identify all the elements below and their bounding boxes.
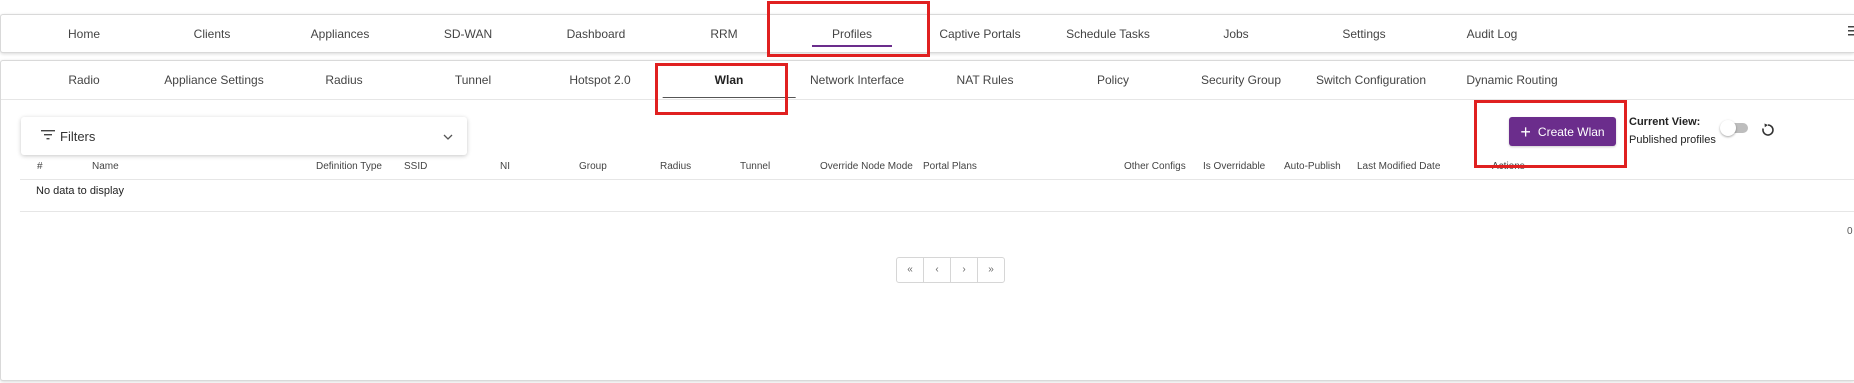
tab-clients[interactable]: Clients [194,15,231,53]
subtab-radius[interactable]: Radius [325,61,362,99]
column-header-ssid[interactable]: SSID [404,155,427,179]
filters-panel[interactable]: Filters [21,117,467,155]
last-page-button[interactable]: » [978,258,1004,282]
subtab-policy[interactable]: Policy [1097,61,1129,99]
tab-audit-log[interactable]: Audit Log [1467,15,1518,53]
next-page-button[interactable]: › [951,258,978,282]
column-header-group[interactable]: Group [579,155,607,179]
chevron-down-icon[interactable] [443,127,453,145]
tab-rrm[interactable]: RRM [710,15,737,53]
profile-sub-navigation: Radio Appliance Settings Radius Tunnel H… [1,61,1854,100]
current-view-value: Published profiles [1629,134,1716,146]
published-toggle[interactable] [1720,120,1748,136]
current-view-title: Current View: [1629,116,1701,128]
annotation-box-wlan [655,63,788,115]
subtab-radio[interactable]: Radio [68,61,99,99]
tab-appliances[interactable]: Appliances [311,15,370,53]
column-header-number[interactable]: # [37,155,43,179]
tab-home[interactable]: Home [68,15,100,53]
column-header-portal-plans[interactable]: Portal Plans [923,155,977,179]
column-header-is-overridable[interactable]: Is Overridable [1203,155,1265,179]
row-count-text: 0 o [1847,226,1854,237]
annotation-box-profiles [767,1,930,57]
column-header-tunnel[interactable]: Tunnel [740,155,770,179]
column-header-radius[interactable]: Radius [660,155,691,179]
subtab-hotspot[interactable]: Hotspot 2.0 [569,61,630,99]
subtab-network-interface[interactable]: Network Interface [810,61,904,99]
table-divider [20,211,1854,212]
previous-page-button[interactable]: ‹ [924,258,951,282]
subtab-security-group[interactable]: Security Group [1201,61,1281,99]
subtab-tunnel[interactable]: Tunnel [455,61,491,99]
filters-label: Filters [60,128,96,144]
subtab-switch-configuration[interactable]: Switch Configuration [1316,61,1426,99]
menu-icon[interactable] [1848,25,1854,40]
current-view: Current View: Published profiles [1629,116,1716,146]
tab-schedule-tasks[interactable]: Schedule Tasks [1066,15,1150,53]
column-header-other-configs[interactable]: Other Configs [1124,155,1186,179]
column-header-ni[interactable]: NI [500,155,510,179]
pagination: « ‹ › » [896,257,1005,283]
tab-settings[interactable]: Settings [1342,15,1385,53]
subtab-appliance-settings[interactable]: Appliance Settings [164,61,263,99]
column-header-name[interactable]: Name [92,155,119,179]
app-shell: Home Clients Appliances SD-WAN Dashboard… [0,0,1854,383]
empty-table-message: No data to display [36,185,125,197]
column-header-last-modified-date[interactable]: Last Modified Date [1357,155,1440,179]
column-header-auto-publish[interactable]: Auto-Publish [1284,155,1341,179]
subtab-nat-rules[interactable]: NAT Rules [957,61,1014,99]
tab-dashboard[interactable]: Dashboard [567,15,626,53]
filter-icon [41,127,55,145]
tab-sd-wan[interactable]: SD-WAN [444,15,492,53]
tab-captive-portals[interactable]: Captive Portals [939,15,1020,53]
column-header-override-node-mode[interactable]: Override Node Mode [820,155,913,179]
annotation-box-create-wlan [1474,100,1627,168]
toggle-knob [1720,120,1736,136]
subtab-dynamic-routing[interactable]: Dynamic Routing [1466,61,1557,99]
tab-jobs[interactable]: Jobs [1223,15,1248,53]
refresh-icon[interactable] [1760,122,1776,138]
first-page-button[interactable]: « [897,258,924,282]
column-header-definition-type[interactable]: Definition Type [316,155,382,179]
